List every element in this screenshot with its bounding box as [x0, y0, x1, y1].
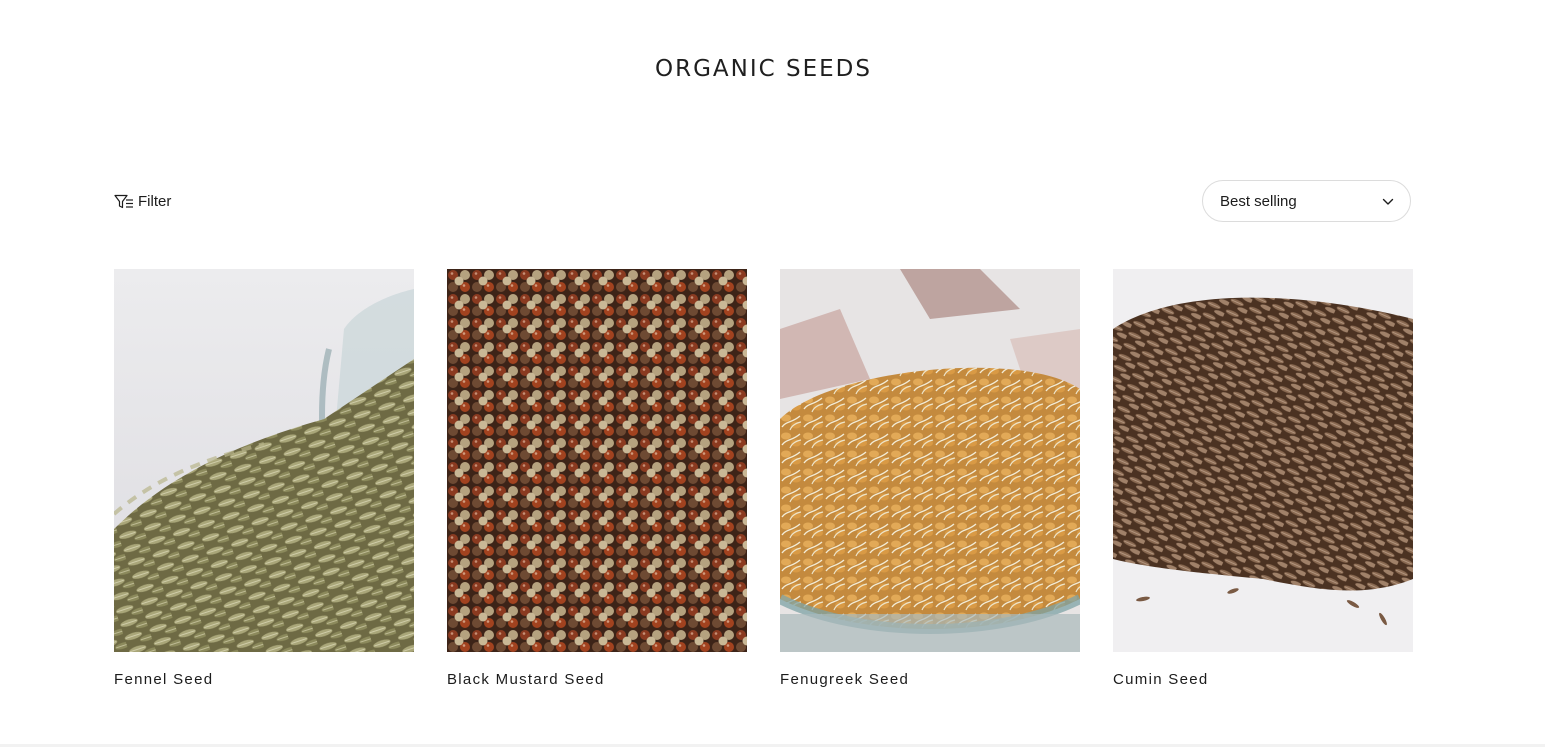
product-card[interactable]: Fennel Seed: [114, 269, 414, 688]
product-card[interactable]: Fenugreek Seed: [780, 269, 1080, 688]
page-title: ORGANIC SEEDS: [655, 56, 872, 82]
chevron-down-icon: [1382, 193, 1394, 210]
filter-button[interactable]: Filter: [114, 193, 171, 210]
product-title[interactable]: Fenugreek Seed: [780, 671, 1080, 688]
product-image-fenugreek[interactable]: [780, 269, 1080, 652]
product-card[interactable]: Black Mustard Seed: [447, 269, 747, 688]
sort-selected-value: Best selling: [1220, 192, 1297, 210]
product-image-cumin[interactable]: [1113, 269, 1413, 652]
product-image-black-mustard[interactable]: [447, 269, 747, 652]
filter-label: Filter: [138, 193, 172, 210]
sort-select[interactable]: Best selling: [1202, 180, 1411, 222]
product-card[interactable]: Cumin Seed: [1113, 269, 1413, 688]
product-title[interactable]: Black Mustard Seed: [447, 671, 747, 688]
product-grid: Fennel Seed Black Mustard Seed Fenugreek…: [114, 269, 1413, 688]
filter-icon: [114, 194, 134, 210]
product-title[interactable]: Cumin Seed: [1113, 671, 1413, 688]
product-image-fennel[interactable]: [114, 269, 414, 652]
product-title[interactable]: Fennel Seed: [114, 671, 414, 688]
